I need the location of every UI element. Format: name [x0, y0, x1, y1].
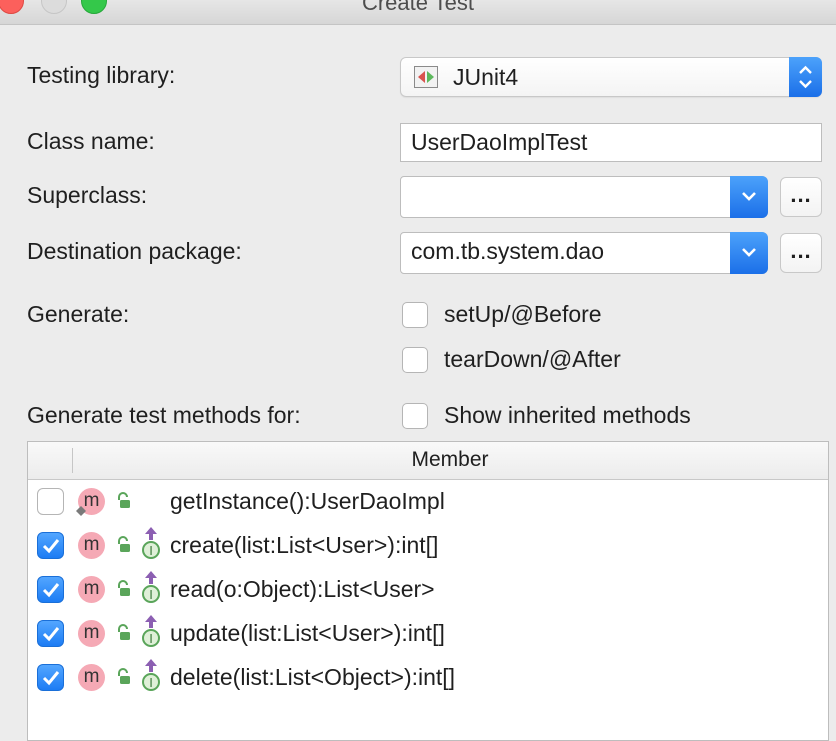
checkmark-icon [42, 583, 60, 598]
row-checkbox[interactable] [37, 664, 64, 691]
unlock-icon [118, 668, 130, 684]
method-signature: create(list:List<User>):int[] [170, 532, 439, 558]
implements-icon: I [142, 659, 160, 691]
method-signature: update(list:List<User>):int[] [170, 620, 445, 646]
show-inherited-label: Show inherited methods [444, 402, 691, 428]
checkmark-icon [42, 627, 60, 642]
table-header: Member [28, 442, 828, 480]
destination-browse-button[interactable]: ... [780, 233, 822, 273]
generate-methods-label: Generate test methods for: [27, 402, 301, 428]
row-checkbox[interactable] [37, 532, 64, 559]
destination-dropdown-button[interactable] [730, 232, 768, 274]
window-title: Create Test [361, 0, 475, 15]
table-row[interactable]: m I update(list:List<User>):int[] [28, 612, 828, 656]
teardown-label: tearDown/@After [444, 346, 621, 372]
superclass-combo[interactable] [400, 176, 768, 218]
table-row[interactable]: m I delete(list:List<Object>):int[] [28, 656, 828, 700]
row-checkbox[interactable] [37, 576, 64, 603]
title-bar: Create Test [0, 0, 836, 25]
method-icon: m [78, 532, 105, 559]
member-column-header[interactable]: Member [72, 448, 828, 472]
method-signature: read(o:Object):List<User> [170, 576, 435, 602]
superclass-dropdown-button[interactable] [730, 176, 768, 218]
generate-label: Generate: [27, 301, 130, 327]
implements-icon: I [142, 615, 160, 647]
method-signature: delete(list:List<Object>):int[] [170, 664, 456, 690]
unlock-icon [118, 624, 130, 640]
destination-package-label: Destination package: [27, 238, 242, 264]
static-marker-icon [76, 506, 86, 516]
superclass-input[interactable] [411, 182, 731, 209]
svg-text:I: I [149, 543, 153, 558]
destination-package-combo[interactable] [400, 232, 768, 274]
class-name-input[interactable] [411, 129, 731, 156]
unlock-icon [118, 536, 130, 552]
class-name-field[interactable] [400, 123, 822, 162]
teardown-checkbox[interactable] [402, 347, 428, 373]
row-checkbox[interactable] [37, 488, 64, 515]
setup-label: setUp/@Before [444, 301, 602, 327]
members-table: Member m getInstance():UserDaoImpl m I c… [27, 441, 829, 741]
table-row[interactable]: m I read(o:Object):List<User> [28, 568, 828, 612]
svg-text:I: I [149, 587, 153, 602]
table-row[interactable]: m I create(list:List<User>):int[] [28, 524, 828, 568]
method-signature: getInstance():UserDaoImpl [170, 488, 445, 514]
class-name-label: Class name: [27, 128, 155, 154]
testing-library-value: JUnit4 [453, 64, 519, 90]
method-icon: m [78, 576, 105, 603]
checkmark-icon [42, 671, 60, 686]
table-row[interactable]: m getInstance():UserDaoImpl [28, 480, 828, 524]
unlock-icon [118, 492, 130, 508]
method-icon: m [78, 620, 105, 647]
destination-package-input[interactable] [411, 238, 731, 265]
select-column-header[interactable] [28, 442, 72, 479]
testing-library-label: Testing library: [27, 62, 176, 88]
stepper-icon[interactable] [789, 57, 822, 97]
checkmark-icon [42, 539, 60, 554]
show-inherited-checkbox[interactable] [402, 403, 428, 429]
svg-text:I: I [149, 631, 153, 646]
testing-library-select[interactable]: JUnit4 [400, 57, 822, 97]
chevron-down-icon [742, 192, 756, 201]
implements-icon: I [142, 527, 160, 559]
setup-checkbox[interactable] [402, 302, 428, 328]
svg-text:I: I [149, 675, 153, 690]
row-checkbox[interactable] [37, 620, 64, 647]
superclass-browse-button[interactable]: ... [780, 177, 822, 217]
junit-icon [414, 66, 438, 88]
implements-icon: I [142, 571, 160, 603]
unlock-icon [118, 580, 130, 596]
superclass-label: Superclass: [27, 182, 148, 208]
method-icon: m [78, 664, 105, 691]
chevron-down-icon [742, 248, 756, 257]
